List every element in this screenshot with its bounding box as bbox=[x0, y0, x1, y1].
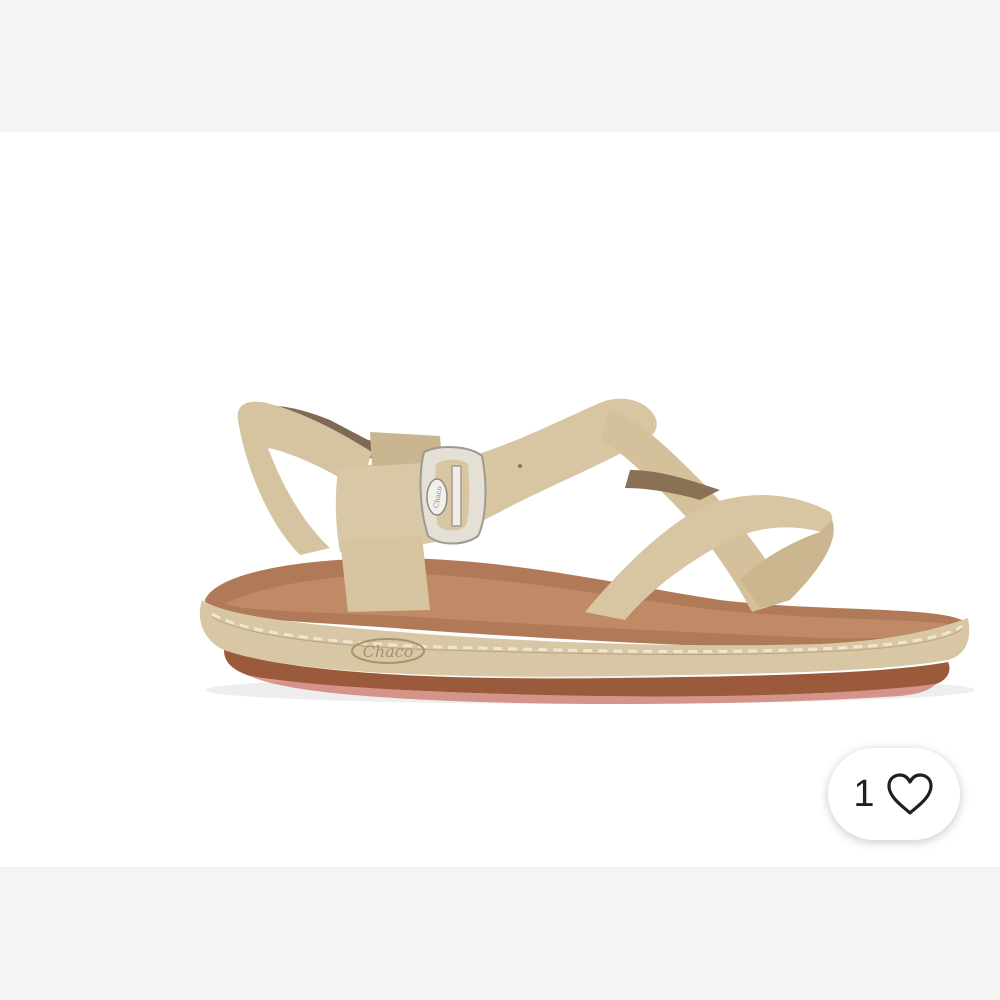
chaco-logo-text: Chaco bbox=[363, 642, 414, 661]
heart-outline-icon bbox=[886, 773, 933, 815]
listing-image-viewer: Chaco Chaco 1 bbox=[0, 0, 1000, 1000]
chaco-logo: Chaco bbox=[351, 638, 425, 664]
like-button[interactable]: 1 bbox=[828, 748, 960, 840]
like-count: 1 bbox=[853, 773, 875, 815]
buckle-icon bbox=[419, 446, 487, 545]
